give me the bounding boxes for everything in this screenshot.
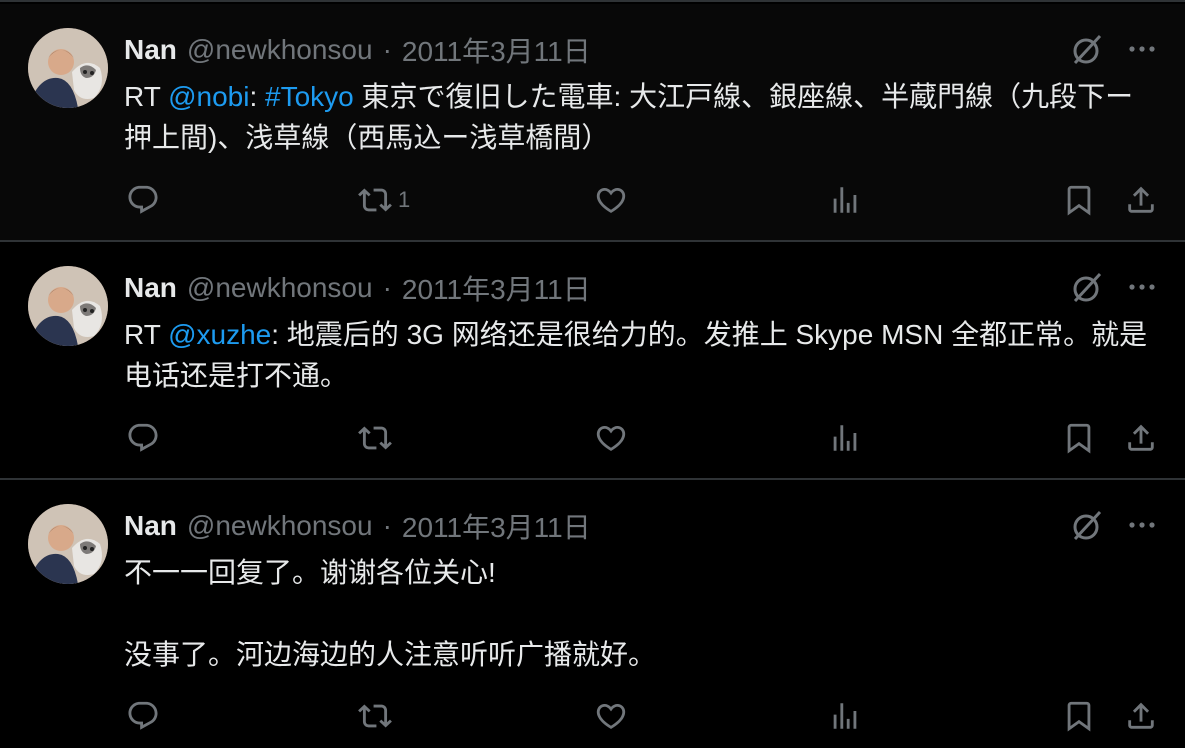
divider (0, 0, 1185, 2)
share-button[interactable] (1124, 416, 1158, 460)
action-bar (0, 416, 1185, 460)
like-button[interactable] (594, 416, 628, 460)
display-name[interactable]: Nan (124, 272, 177, 304)
grok-icon[interactable] (1069, 270, 1105, 306)
grok-icon[interactable] (1069, 32, 1105, 68)
handle[interactable]: @newkhonsou (187, 510, 373, 542)
more-icon[interactable] (1125, 508, 1159, 542)
text-segment: 不一一回复了。谢谢各位关心! 没事了。河边海边的人注意听听广播就好。 (124, 557, 657, 670)
display-name[interactable]: Nan (124, 34, 177, 66)
retweet-button[interactable]: 1 (358, 178, 410, 222)
more-icon[interactable] (1125, 270, 1159, 304)
retweet-icon (358, 426, 392, 450)
mention-link[interactable]: @nobi (168, 81, 249, 112)
handle[interactable]: @newkhonsou (187, 34, 373, 66)
share-icon (1128, 186, 1154, 213)
share-button[interactable] (1124, 694, 1158, 738)
retweet-button[interactable] (358, 416, 398, 460)
retweet-icon (358, 704, 392, 728)
like-icon (596, 187, 626, 213)
bookmark-icon (1067, 423, 1091, 454)
tweet-header: Nan @newkhonsou · 2011年3月11日 (124, 508, 591, 544)
tweet-text: RT @nobi: #Tokyo 東京で復旧した電車: 大江戸線、銀座線、半蔵門… (124, 76, 1159, 158)
share-icon (1128, 702, 1154, 729)
views-icon (833, 187, 857, 213)
views-icon (833, 703, 857, 729)
text-segment: : (249, 81, 266, 112)
reply-icon (128, 423, 158, 452)
reply-button[interactable] (126, 694, 160, 738)
tweet[interactable]: Nan @newkhonsou · 2011年3月11日 RT @nobi: #… (0, 4, 1185, 242)
like-button[interactable] (594, 178, 628, 222)
like-button[interactable] (594, 694, 628, 738)
tweet[interactable]: Nan @newkhonsou · 2011年3月11日 不一一回复了。谢谢各位… (0, 480, 1185, 748)
retweet-count: 1 (398, 187, 411, 212)
avatar[interactable] (28, 504, 108, 584)
text-segment: RT (124, 81, 169, 112)
tweet-text: 不一一回复了。谢谢各位关心! 没事了。河边海边的人注意听听广播就好。 (124, 552, 1159, 675)
reply-button[interactable] (126, 416, 160, 460)
text-segment: RT (124, 319, 169, 350)
views-icon (833, 425, 857, 451)
handle[interactable]: @newkhonsou (187, 272, 373, 304)
more-icon[interactable] (1125, 32, 1159, 66)
separator: · (382, 34, 392, 65)
timestamp[interactable]: 2011年3月11日 (402, 30, 591, 70)
action-bar (0, 694, 1185, 738)
tweet[interactable]: Nan @newkhonsou · 2011年3月11日 RT @xuzhe: … (0, 242, 1185, 480)
grok-icon[interactable] (1069, 508, 1105, 544)
like-icon (596, 703, 626, 729)
text-segment: : 地震后的 3G 网络还是很给力的。发推上 Skype MSN 全都正常。就是… (124, 319, 1148, 391)
hashtag-link[interactable]: #Tokyo (265, 81, 354, 112)
retweet-button[interactable] (358, 694, 398, 738)
bookmark-button[interactable] (1062, 178, 1096, 222)
separator: · (382, 272, 392, 303)
views-button[interactable] (828, 178, 862, 222)
views-button[interactable] (828, 416, 862, 460)
display-name[interactable]: Nan (124, 510, 177, 542)
tweet-text: RT @xuzhe: 地震后的 3G 网络还是很给力的。发推上 Skype MS… (124, 314, 1159, 396)
timestamp[interactable]: 2011年3月11日 (402, 506, 591, 546)
retweet-icon (358, 188, 392, 212)
avatar[interactable] (28, 266, 108, 346)
tweet-header: Nan @newkhonsou · 2011年3月11日 (124, 32, 591, 68)
bookmark-icon (1067, 185, 1091, 216)
timeline: Nan @newkhonsou · 2011年3月11日 RT @nobi: #… (0, 0, 1185, 748)
reply-icon (128, 185, 158, 214)
share-icon (1128, 424, 1154, 451)
share-button[interactable] (1124, 178, 1158, 222)
reply-icon (128, 701, 158, 730)
tweet-header: Nan @newkhonsou · 2011年3月11日 (124, 270, 591, 306)
mention-link[interactable]: @xuzhe (168, 319, 271, 350)
like-icon (596, 425, 626, 451)
bookmark-icon (1067, 701, 1091, 732)
timestamp[interactable]: 2011年3月11日 (402, 268, 591, 308)
views-button[interactable] (828, 694, 862, 738)
separator: · (382, 510, 392, 541)
bookmark-button[interactable] (1062, 694, 1096, 738)
avatar[interactable] (28, 28, 108, 108)
bookmark-button[interactable] (1062, 416, 1096, 460)
reply-button[interactable] (126, 178, 160, 222)
action-bar: 1 (0, 178, 1185, 222)
